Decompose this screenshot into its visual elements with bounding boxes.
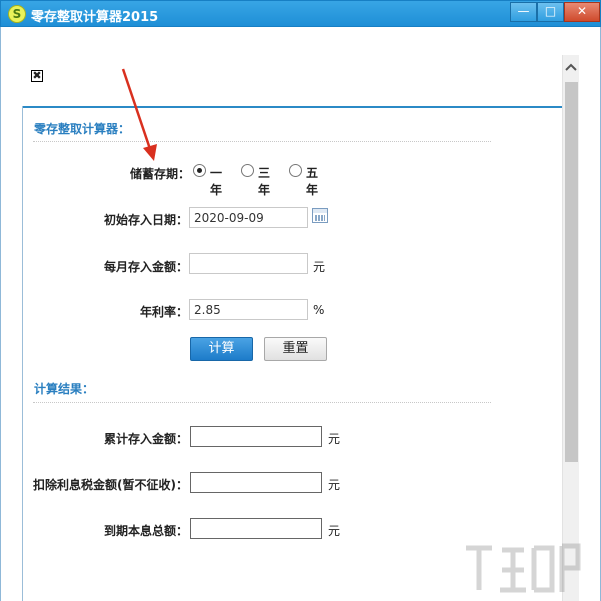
close-button[interactable]: ✕ — [564, 2, 600, 22]
calculate-button[interactable]: 计算 — [190, 337, 253, 361]
term-radio-3-years[interactable] — [241, 164, 254, 177]
title-bar[interactable]: S 零存整取计算器2015 — □ ✕ — [0, 0, 601, 27]
top-divider — [22, 106, 562, 108]
start-date-label: 初始存入日期： — [103, 213, 188, 227]
annual-rate-label: 年利率： — [139, 305, 188, 319]
reset-button[interactable]: 重置 — [264, 337, 327, 361]
term-radio-5-years[interactable] — [289, 164, 302, 177]
chevron-up-icon[interactable] — [563, 61, 579, 77]
window-title: 零存整取计算器2015 — [31, 10, 159, 25]
scrollbar-thumb[interactable] — [565, 82, 578, 462]
term-option-label: 一年 — [210, 166, 223, 197]
calculator-section-title: 零存整取计算器： — [34, 122, 131, 136]
results-section-title: 计算结果： — [34, 382, 95, 396]
vertical-scrollbar[interactable] — [562, 55, 579, 601]
maturity-total-unit: 元 — [328, 524, 341, 538]
term-radio-1-year[interactable] — [193, 164, 206, 177]
maximize-button[interactable]: □ — [537, 2, 564, 22]
left-divider — [22, 106, 23, 601]
section-divider — [33, 141, 491, 142]
total-deposit-unit: 元 — [328, 432, 341, 446]
maturity-total-label: 到期本息总额： — [103, 524, 188, 538]
results-divider — [33, 402, 491, 403]
start-date-input[interactable] — [189, 207, 308, 228]
term-option-label: 三年 — [258, 166, 271, 197]
close-box-icon[interactable]: ✖ — [31, 70, 43, 82]
tax-deducted-label: 扣除利息税金额(暂不征收)： — [33, 478, 188, 492]
minimize-button[interactable]: — — [510, 2, 537, 22]
monthly-amount-unit: 元 — [313, 260, 326, 274]
total-deposit-label: 累计存入金额： — [103, 432, 188, 446]
calendar-icon[interactable] — [312, 208, 328, 223]
maturity-total-output[interactable] — [190, 518, 322, 539]
annual-rate-input[interactable] — [189, 299, 308, 320]
tax-deducted-output[interactable] — [190, 472, 322, 493]
watermark-logo — [466, 543, 581, 593]
term-label: 储蓄存期： — [129, 167, 190, 181]
total-deposit-output[interactable] — [190, 426, 322, 447]
annual-rate-unit: % — [313, 303, 325, 317]
monthly-amount-label: 每月存入金额： — [103, 260, 188, 274]
term-option-label: 五年 — [306, 166, 319, 197]
monthly-amount-input[interactable] — [189, 253, 308, 274]
app-logo-icon: S — [8, 5, 26, 23]
tax-deducted-unit: 元 — [328, 478, 341, 492]
